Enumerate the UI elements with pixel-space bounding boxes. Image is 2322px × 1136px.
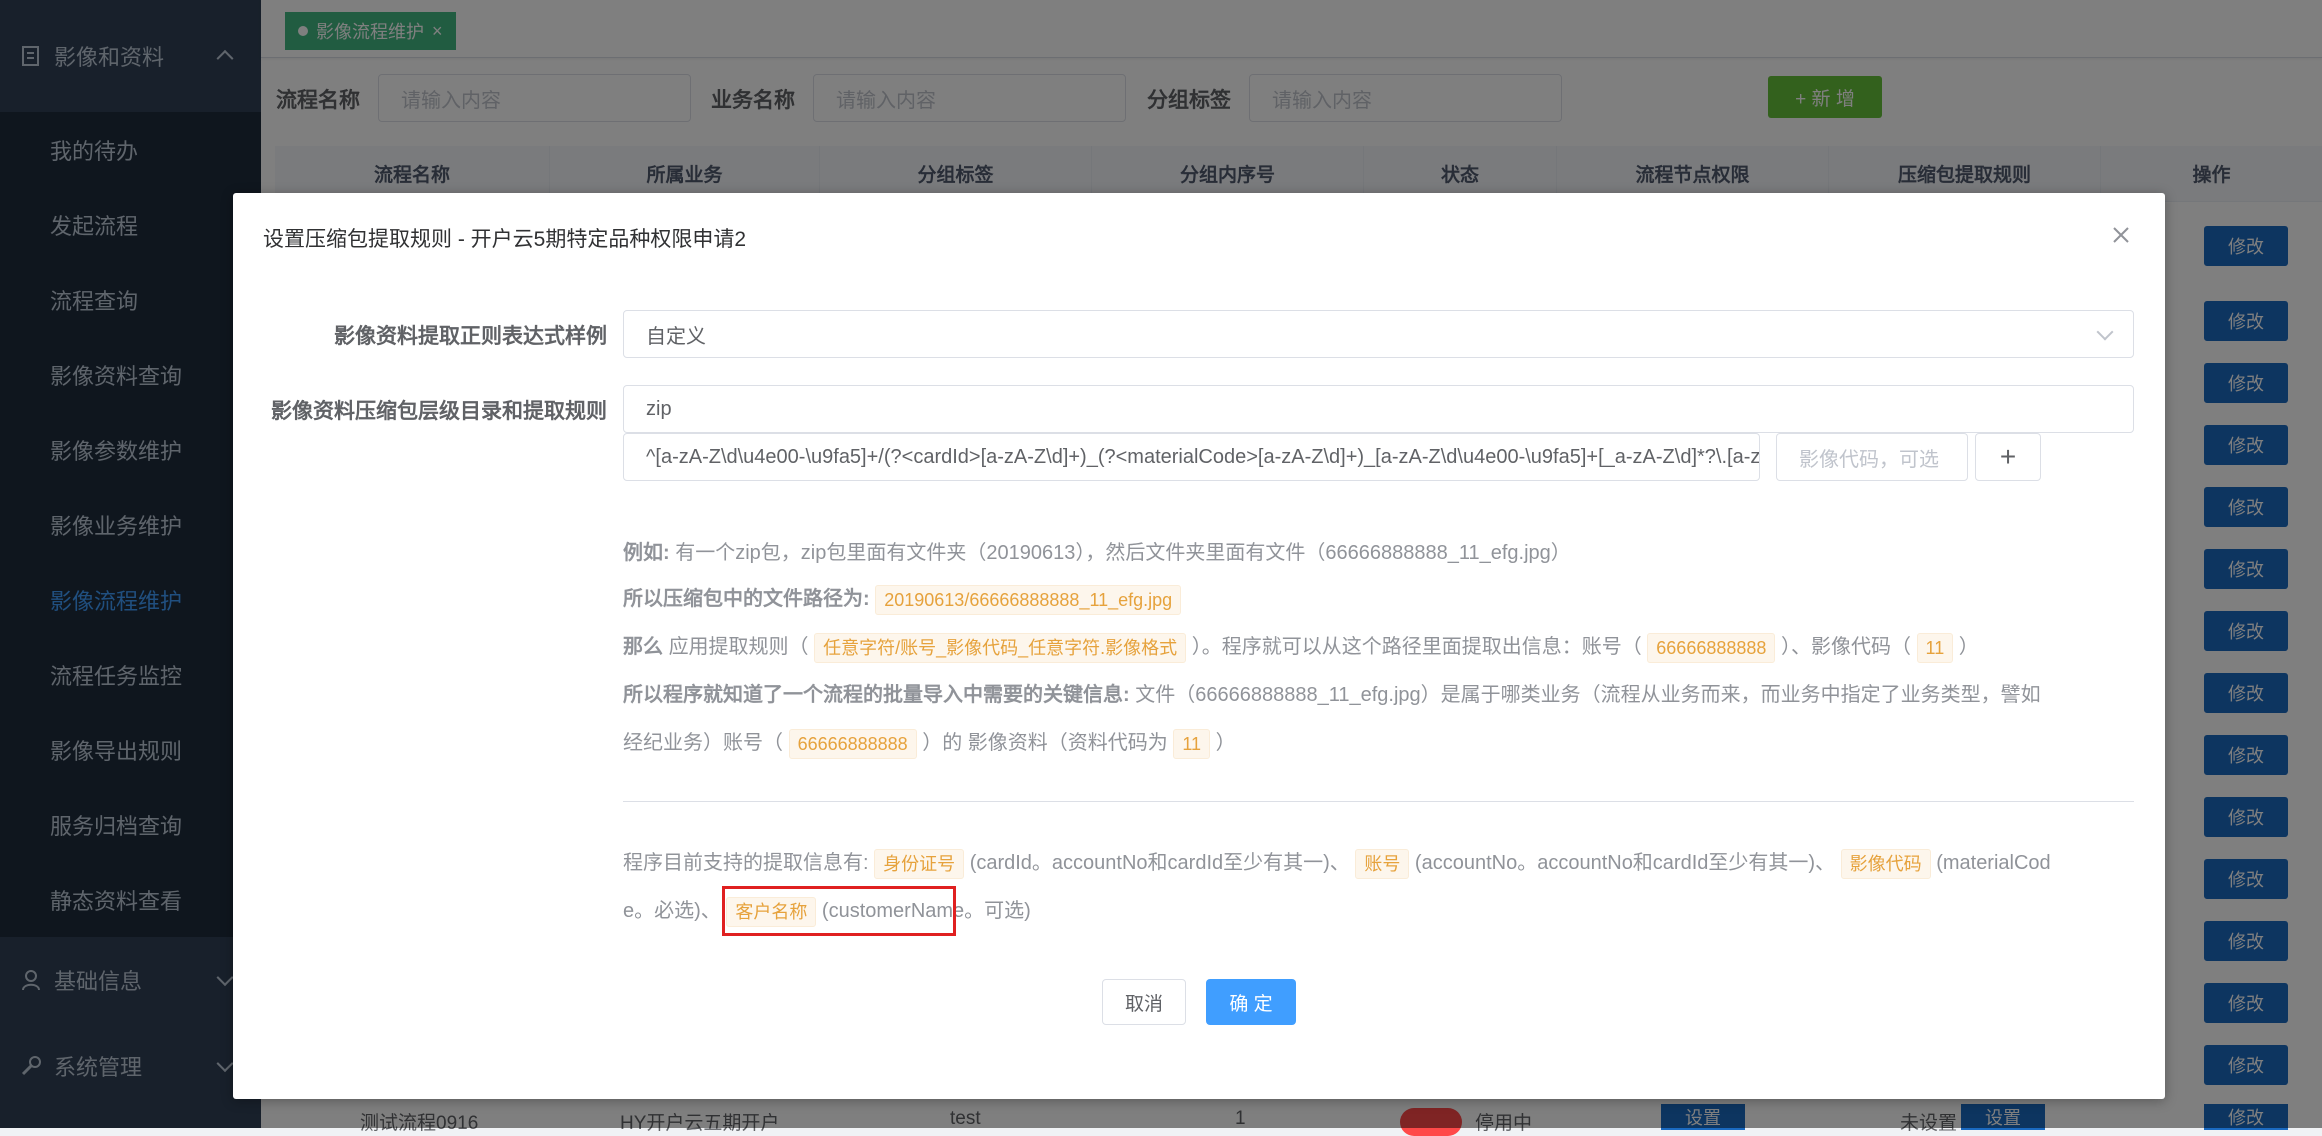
support-text: (accountNo。accountNo和cardId至少有其一)、 (1414, 852, 1836, 874)
chevron-down-icon (2096, 323, 2114, 341)
example-text: 应用提取规则（ (668, 636, 809, 658)
material-code-tag: 影像代码 (1840, 848, 1931, 879)
cancel-button[interactable]: 取消 (1102, 979, 1186, 1025)
code-tag: 11 (1916, 632, 1954, 663)
regex-sample-label: 影像资料提取正则表达式样例 (334, 325, 607, 348)
example-line-3: 那么 应用提取规则（ 任意字符/账号_影像代码_任意字符.影像格式 ）。程序就可… (623, 630, 1979, 663)
example-text: ）的 影像资料（资料代码为 (922, 732, 1168, 754)
example-line-5: 经纪业务）账号（ 66666888888 ）的 影像资料（资料代码为 11 ） (623, 726, 1236, 759)
cardid-tag: 身份证号 (874, 848, 965, 879)
code-tag: 11 (1173, 728, 1211, 759)
extract-rule-dialog: 设置压缩包提取规则 - 开户云5期特定品种权限申请2 影像资料提取正则表达式样例… (233, 193, 2165, 1099)
dir-rule-label: 影像资料压缩包层级目录和提取规则 (271, 400, 607, 423)
account-tag: 66666888888 (1647, 632, 1776, 663)
example-line-4: 所以程序就知道了一个流程的批量导入中需要的关键信息: 文件（6666688888… (623, 678, 2041, 707)
example-label: 所以程序就知道了一个流程的批量导入中需要的关键信息: (623, 684, 1130, 706)
support-text: (cardId。accountNo和cardId至少有其一)、 (969, 852, 1350, 874)
example-text: 有一个zip包，zip包里面有文件夹（20190613），然后文件夹里面有文件（… (675, 542, 1571, 564)
example-text: ）。程序就可以从这个路径里面提取出信息：账号（ (1191, 636, 1642, 658)
support-text: 程序目前支持的提取信息有: (623, 852, 869, 874)
regex-input[interactable]: ^[a-zA-Z\d\u4e00-\u9fa5]+/(?<cardId>[a-z… (623, 433, 1760, 481)
add-rule-button[interactable]: + (1975, 433, 2041, 481)
regex-sample-select[interactable]: 自定义 (623, 310, 2134, 358)
zip-input[interactable]: zip (623, 385, 2134, 433)
divider (623, 801, 2134, 802)
image-code-input[interactable]: 影像代码，可选 (1776, 433, 1968, 481)
example-line-2: 所以压缩包中的文件路径为: 20190613/66666888888_11_ef… (623, 582, 1182, 615)
select-value: 自定义 (646, 325, 706, 348)
example-text: ） (1958, 636, 1979, 658)
support-text: (materialCod (1936, 852, 2051, 874)
example-text: 文件（66666888888_11_efg.jpg）是属于哪类业务（流程从业务而… (1135, 684, 2041, 706)
example-line-1: 例如: 有一个zip包，zip包里面有文件夹（20190613），然后文件夹里面… (623, 536, 1571, 565)
support-text: e。必选)、 (623, 900, 721, 922)
dialog-title: 设置压缩包提取规则 - 开户云5期特定品种权限申请2 (263, 228, 747, 251)
close-icon[interactable] (2109, 223, 2133, 247)
example-text: ） (1215, 732, 1236, 754)
account-tag: 66666888888 (788, 728, 917, 759)
support-line-1: 程序目前支持的提取信息有: 身份证号 (cardId。accountNo和car… (623, 846, 2051, 879)
example-text: 经纪业务）账号（ (623, 732, 783, 754)
input-value: zip (646, 397, 672, 420)
example-label: 所以压缩包中的文件路径为: (623, 588, 870, 610)
example-text: ）、影像代码（ (1780, 636, 1911, 658)
example-label: 例如: (623, 542, 670, 564)
rule-tag: 任意字符/账号_影像代码_任意字符.影像格式 (814, 632, 1187, 663)
placeholder: 影像代码，可选 (1799, 448, 1939, 471)
highlight-box (722, 886, 956, 936)
input-value: ^[a-zA-Z\d\u4e00-\u9fa5]+/(?<cardId>[a-z… (646, 445, 1760, 468)
account-tag: 账号 (1355, 848, 1410, 879)
example-label: 那么 (623, 636, 663, 658)
path-tag: 20190613/66666888888_11_efg.jpg (875, 584, 1182, 615)
confirm-button[interactable]: 确 定 (1206, 979, 1296, 1025)
